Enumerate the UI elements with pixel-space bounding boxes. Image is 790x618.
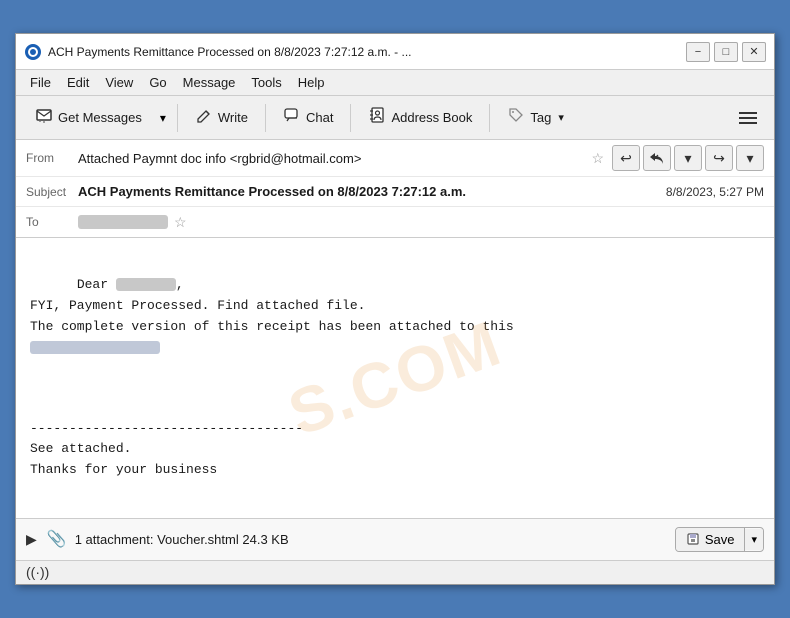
window-controls: − □ ✕ <box>686 42 766 62</box>
reply-button[interactable]: ↩ <box>612 145 640 171</box>
to-value-blurred <box>78 215 168 229</box>
address-book-icon <box>368 106 386 129</box>
from-row: From Attached Paymnt doc info <rgbrid@ho… <box>16 140 774 177</box>
chat-label: Chat <box>306 110 333 125</box>
menu-bar: File Edit View Go Message Tools Help <box>16 70 774 96</box>
to-star-icon[interactable]: ☆ <box>174 214 187 231</box>
email-body-text: Dear , FYI, Payment Processed. Find atta… <box>30 254 760 502</box>
write-button[interactable]: Write <box>184 101 259 135</box>
toolbar-separator-3 <box>350 104 351 132</box>
write-label: Write <box>218 110 248 125</box>
email-actions: ↩ ▾ ↪ ▾ <box>612 145 764 171</box>
hamburger-line-2 <box>739 117 757 119</box>
email-header: From Attached Paymnt doc info <rgbrid@ho… <box>16 140 774 238</box>
address-book-label: Address Book <box>391 110 472 125</box>
attachment-name: 1 attachment: Voucher.shtml <box>75 532 239 547</box>
attachment-bar: ▶ 📎 1 attachment: Voucher.shtml 24.3 KB … <box>16 518 774 560</box>
reply-all-button[interactable] <box>643 145 671 171</box>
save-dropdown-icon: ▾ <box>751 533 757 546</box>
body-greeting: Dear <box>77 277 116 292</box>
hamburger-button[interactable] <box>730 101 766 135</box>
save-main[interactable]: Save <box>676 528 746 551</box>
attachment-expand-button[interactable]: ▶ <box>26 531 37 548</box>
chat-icon <box>283 106 301 129</box>
reply-dropdown[interactable]: ▾ <box>674 145 702 171</box>
body-line4: See attached. <box>30 441 131 456</box>
save-attachment-button[interactable]: Save ▾ <box>675 527 764 552</box>
forward-dropdown[interactable]: ▾ <box>736 145 764 171</box>
address-book-button[interactable]: Address Book <box>357 101 483 135</box>
maximize-button[interactable]: □ <box>714 42 738 62</box>
attachment-text: 1 attachment: Voucher.shtml 24.3 KB <box>75 532 667 547</box>
wifi-icon: ((·)) <box>26 564 49 580</box>
save-dropdown[interactable]: ▾ <box>745 529 763 550</box>
subject-row: Subject ACH Payments Remittance Processe… <box>16 177 774 207</box>
main-window: ACH Payments Remittance Processed on 8/8… <box>15 33 775 585</box>
menu-go[interactable]: Go <box>141 73 174 92</box>
app-icon <box>24 43 42 61</box>
close-button[interactable]: ✕ <box>742 42 766 62</box>
save-icon <box>686 532 700 546</box>
toolbar: Get Messages ▾ Write Chat <box>16 96 774 140</box>
menu-view[interactable]: View <box>97 73 141 92</box>
body-separator: ----------------------------------- <box>30 421 303 436</box>
to-label: To <box>26 215 78 229</box>
save-label: Save <box>705 532 735 547</box>
tag-icon <box>507 106 525 129</box>
body-line5: Thanks for your business <box>30 462 217 477</box>
toolbar-separator-1 <box>177 104 178 132</box>
subject-value: ACH Payments Remittance Processed on 8/8… <box>78 184 654 199</box>
from-label: From <box>26 151 78 165</box>
get-messages-label: Get Messages <box>58 110 142 125</box>
get-messages-button[interactable]: Get Messages <box>24 101 153 135</box>
menu-file[interactable]: File <box>22 73 59 92</box>
menu-help[interactable]: Help <box>290 73 333 92</box>
attachment-clip-icon: 📎 <box>47 529 67 549</box>
tag-button[interactable]: Tag ▾ <box>496 101 575 135</box>
to-row: To ☆ <box>16 207 774 237</box>
tag-dropdown-icon: ▾ <box>558 111 564 124</box>
menu-edit[interactable]: Edit <box>59 73 97 92</box>
body-blurred-1 <box>30 341 160 354</box>
window-title: ACH Payments Remittance Processed on 8/8… <box>48 45 678 59</box>
recipient-name-blurred <box>116 278 176 291</box>
body-line3: The complete version of this receipt has… <box>30 319 514 334</box>
email-date: 8/8/2023, 5:27 PM <box>666 185 764 199</box>
attachment-size: 24.3 KB <box>242 532 288 547</box>
minimize-button[interactable]: − <box>686 42 710 62</box>
forward-button[interactable]: ↪ <box>705 145 733 171</box>
status-bar: ((·)) <box>16 560 774 584</box>
hamburger-line-3 <box>739 122 757 124</box>
tag-label: Tag <box>530 110 551 125</box>
write-icon <box>195 106 213 129</box>
from-value: Attached Paymnt doc info <rgbrid@hotmail… <box>78 151 585 166</box>
menu-message[interactable]: Message <box>175 73 244 92</box>
hamburger-line-1 <box>739 112 757 114</box>
toolbar-separator-4 <box>489 104 490 132</box>
body-line2: FYI, Payment Processed. Find attached fi… <box>30 298 365 313</box>
from-star-icon[interactable]: ☆ <box>591 150 604 167</box>
title-bar: ACH Payments Remittance Processed on 8/8… <box>16 34 774 70</box>
get-messages-dropdown[interactable]: ▾ <box>155 101 171 135</box>
toolbar-separator-2 <box>265 104 266 132</box>
chat-button[interactable]: Chat <box>272 101 344 135</box>
email-body: S.COM Dear , FYI, Payment Processed. Fin… <box>16 238 774 518</box>
menu-tools[interactable]: Tools <box>243 73 289 92</box>
get-messages-icon <box>35 106 53 129</box>
subject-label: Subject <box>26 185 78 199</box>
